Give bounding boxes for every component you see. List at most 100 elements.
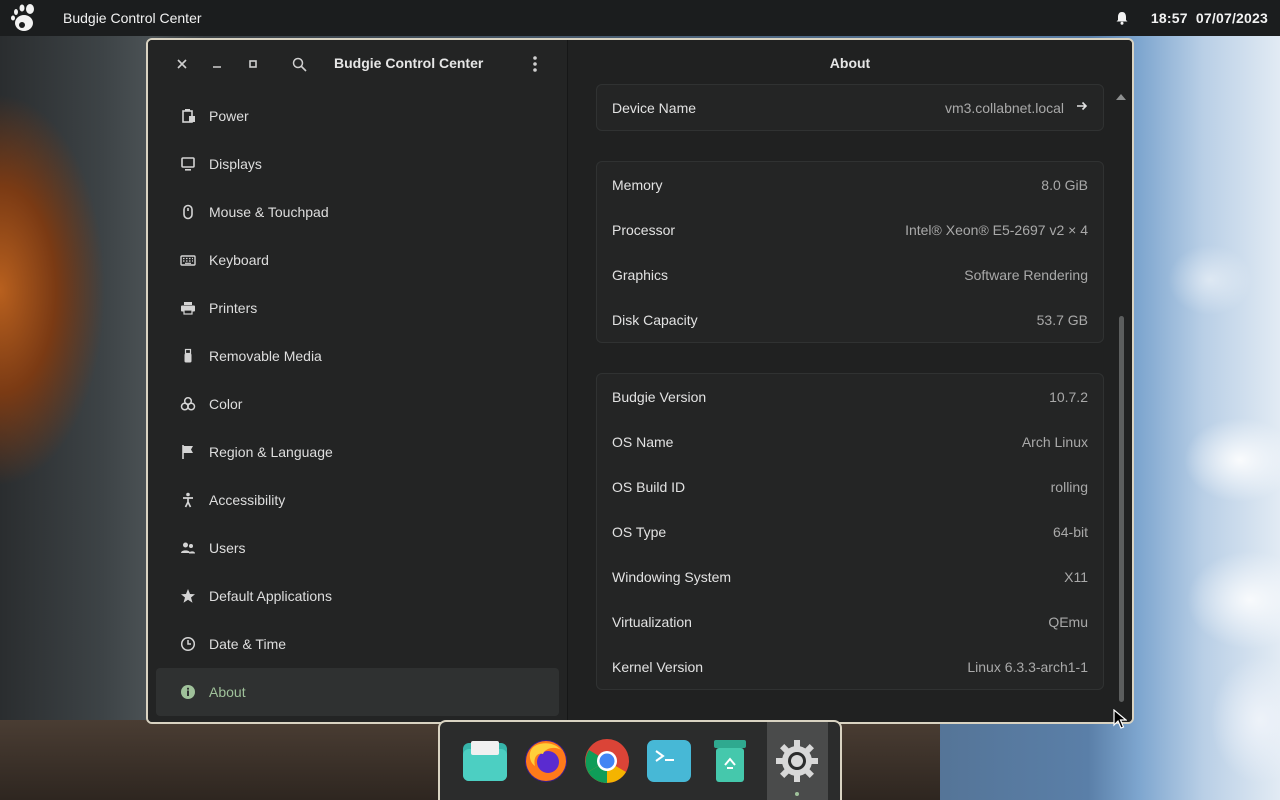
info-row-os-name: OS Name Arch Linux: [597, 419, 1103, 464]
sidebar-item-removable-media[interactable]: Removable Media: [156, 332, 559, 380]
info-row-budgie-version: Budgie Version 10.7.2: [597, 374, 1103, 419]
row-label: Windowing System: [612, 568, 732, 585]
search-icon[interactable]: [291, 56, 307, 72]
sidebar-item-about[interactable]: About: [156, 668, 559, 716]
info-icon: [180, 684, 196, 700]
row-value: 10.7.2: [1049, 388, 1088, 405]
info-row-os-build-id: OS Build ID rolling: [597, 464, 1103, 509]
scroll-up-arrow-icon[interactable]: [1116, 94, 1126, 100]
vertical-scrollbar[interactable]: [1119, 316, 1124, 702]
row-label: Kernel Version: [612, 658, 704, 675]
wallpaper-clouds: [1130, 40, 1280, 800]
info-row-memory: Memory 8.0 GiB: [597, 162, 1103, 207]
info-row-graphics: Graphics Software Rendering: [597, 252, 1103, 297]
kebab-menu-icon[interactable]: [528, 56, 542, 72]
sidebar-item-label: Accessibility: [209, 492, 286, 508]
info-row-windowing-system: Windowing System X11: [597, 554, 1103, 599]
firefox-app-icon[interactable]: [521, 736, 570, 786]
sidebar-item-default-applications[interactable]: Default Applications: [156, 572, 559, 620]
sidebar-item-power[interactable]: Power: [156, 92, 559, 140]
info-row-virtualization: Virtualization QEmu: [597, 599, 1103, 644]
close-icon[interactable]: [175, 57, 189, 71]
sidebar-item-label: About: [209, 684, 246, 700]
trash-app-icon[interactable]: [705, 736, 754, 786]
color-circles-icon: [180, 396, 196, 412]
terminal-app-icon[interactable]: [644, 736, 693, 786]
sidebar-item-label: Users: [209, 540, 246, 556]
minimize-icon[interactable]: [210, 57, 224, 71]
row-value: rolling: [1050, 478, 1088, 495]
active-window-title: Budgie Control Center: [63, 10, 202, 26]
sidebar-item-printers[interactable]: Printers: [156, 284, 559, 332]
row-value: Arch Linux: [1021, 433, 1088, 450]
sidebar-item-label: Default Applications: [209, 588, 332, 604]
page-title: About: [829, 55, 871, 71]
sidebar: Budgie Control Center Power Displays Mou…: [148, 40, 568, 722]
users-icon: [180, 540, 196, 556]
arrow-right-icon[interactable]: [1076, 99, 1088, 116]
files-app-icon[interactable]: [460, 736, 509, 786]
sidebar-item-label: Printers: [209, 300, 258, 316]
row-value: Software Rendering: [964, 266, 1088, 283]
battery-icon: [180, 108, 196, 124]
sidebar-item-region-language[interactable]: Region & Language: [156, 428, 559, 476]
row-label: OS Name: [612, 433, 674, 450]
sidebar-title: Budgie Control Center: [334, 55, 484, 71]
sidebar-item-label: Mouse & Touchpad: [209, 204, 329, 220]
row-label: Virtualization: [612, 613, 692, 630]
sidebar-item-displays[interactable]: Displays: [156, 140, 559, 188]
sidebar-item-users[interactable]: Users: [156, 524, 559, 572]
clock-icon: [180, 636, 196, 652]
row-label: Processor: [612, 221, 676, 238]
sidebar-item-label: Removable Media: [209, 348, 322, 364]
maximize-icon[interactable]: [246, 57, 260, 71]
sidebar-item-label: Date & Time: [209, 636, 287, 652]
info-row-processor: Processor Intel® Xeon® E5-2697 v2 × 4: [597, 207, 1103, 252]
chrome-app-icon[interactable]: [583, 736, 632, 786]
mouse-icon: [180, 204, 196, 220]
sidebar-item-label: Color: [209, 396, 243, 412]
clock-time: 18:57: [1150, 10, 1188, 26]
settings-app-icon[interactable]: [766, 722, 828, 800]
row-label: Budgie Version: [612, 388, 707, 405]
row-value: X11: [1064, 568, 1088, 585]
row-label: Graphics: [612, 266, 669, 283]
row-value: QEmu: [1048, 613, 1088, 630]
software-card: Budgie Version 10.7.2 OS Name Arch Linux O…: [596, 373, 1104, 690]
bell-icon[interactable]: [1115, 11, 1129, 25]
sidebar-item-label: Region & Language: [209, 444, 333, 460]
clock-date: 07/07/2023: [1195, 10, 1268, 26]
info-row-disk-capacity: Disk Capacity 53.7 GB: [597, 297, 1103, 342]
keyboard-icon: [180, 252, 196, 268]
about-panel: About Device Name vm3.collabnet.local Me…: [568, 40, 1132, 722]
row-label: Memory: [612, 176, 663, 193]
accessibility-person-icon: [180, 492, 196, 508]
sidebar-item-mouse-touchpad[interactable]: Mouse & Touchpad: [156, 188, 559, 236]
sidebar-item-color[interactable]: Color: [156, 380, 559, 428]
sidebar-item-label: Displays: [209, 156, 262, 172]
monitor-icon: [180, 156, 196, 172]
sidebar-header: Budgie Control Center: [148, 40, 567, 88]
running-indicator: [795, 792, 800, 796]
control-center-window: Budgie Control Center Power Displays Mou…: [146, 38, 1134, 724]
info-row-kernel-version: Kernel Version Linux 6.3.3-arch1-1: [597, 644, 1103, 689]
info-row-os-type: OS Type 64-bit: [597, 509, 1103, 554]
mouse-cursor-icon: [1113, 709, 1127, 729]
clock[interactable]: 18:57 07/07/2023: [1151, 10, 1268, 26]
top-panel: Budgie Control Center 18:57 07/07/2023: [0, 0, 1280, 36]
printer-icon: [180, 300, 196, 316]
row-value: 8.0 GiB: [1041, 176, 1088, 193]
gnome-foot-icon[interactable]: [0, 0, 44, 36]
sidebar-item-accessibility[interactable]: Accessibility: [156, 476, 559, 524]
device-name-card: Device Name vm3.collabnet.local: [596, 84, 1104, 131]
device-name-value: vm3.collabnet.local: [944, 99, 1064, 116]
sidebar-item-keyboard[interactable]: Keyboard: [156, 236, 559, 284]
sidebar-item-date-time[interactable]: Date & Time: [156, 620, 559, 668]
row-value: 53.7 GB: [1036, 311, 1088, 328]
usb-drive-icon: [180, 348, 196, 364]
row-label: Disk Capacity: [612, 311, 698, 328]
star-icon: [180, 588, 196, 604]
row-value: 64-bit: [1052, 523, 1088, 540]
device-name-row[interactable]: Device Name vm3.collabnet.local: [597, 85, 1103, 130]
row-label: OS Type: [612, 523, 667, 540]
